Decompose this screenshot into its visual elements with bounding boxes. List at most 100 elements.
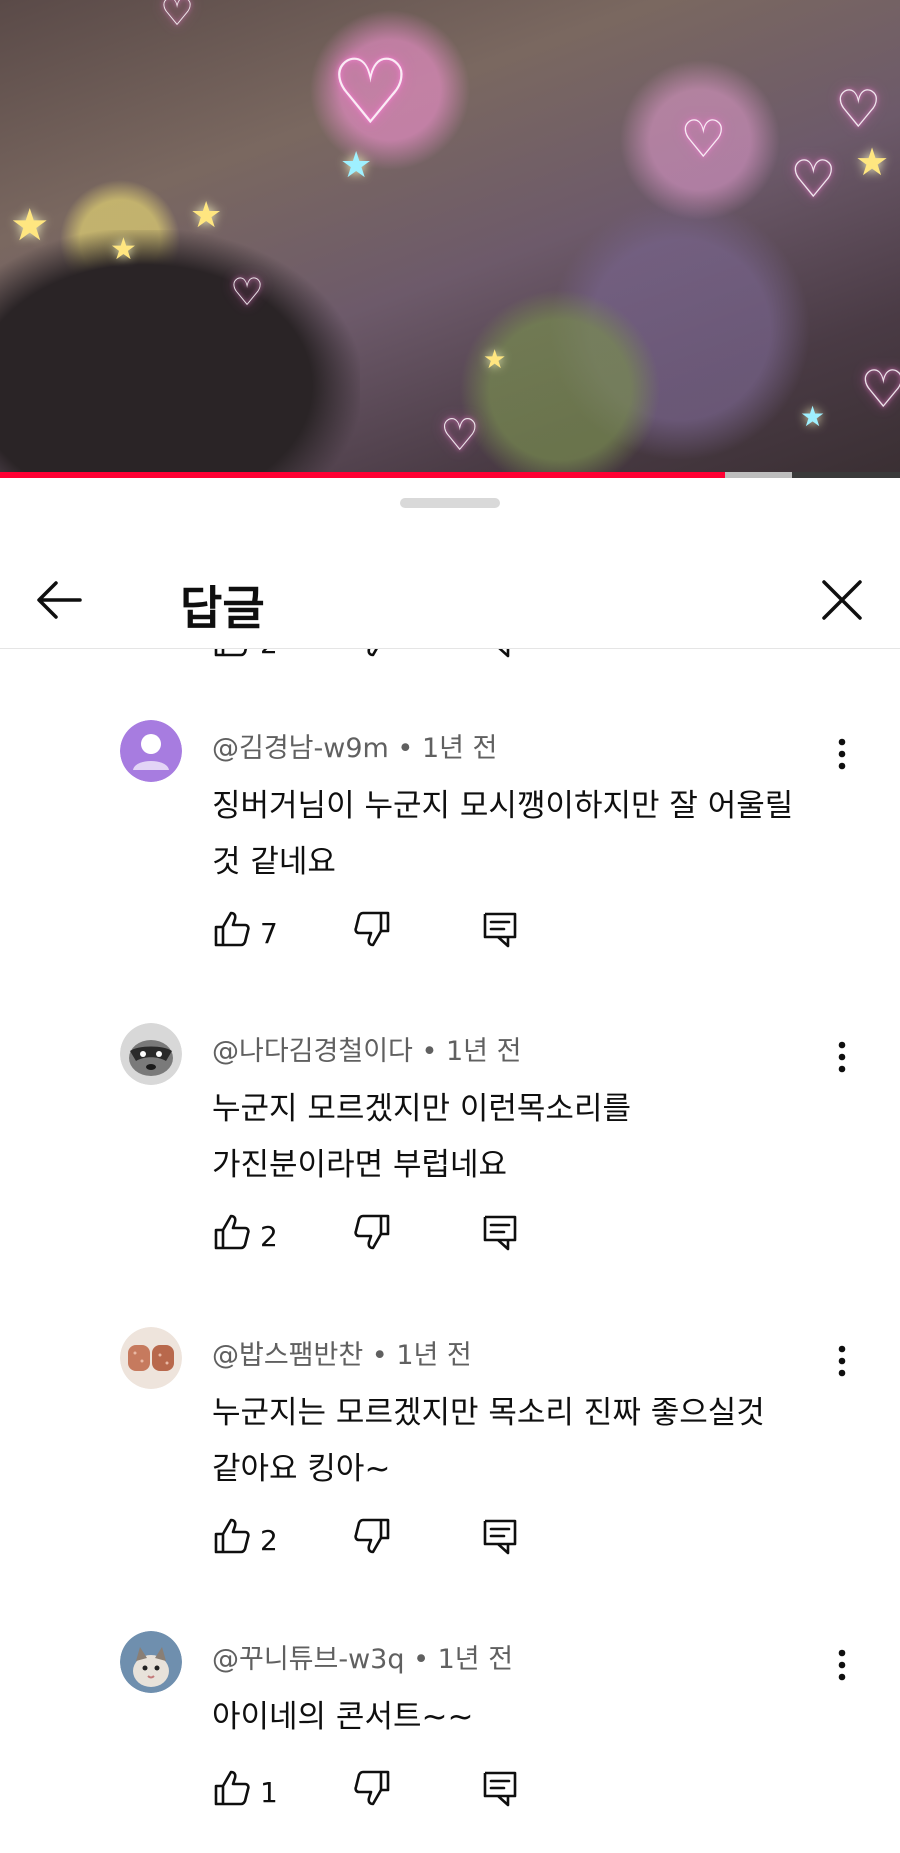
comment-meta: @꾸니튜브-w3q • 1년 전 [212, 1637, 513, 1676]
dislike-button[interactable] [352, 1212, 392, 1262]
more-options-button[interactable] [822, 1645, 862, 1685]
thumbs-down-icon [354, 1518, 390, 1554]
more-options-button[interactable] [822, 734, 862, 774]
comment-author[interactable]: @꾸니튜브-w3q [212, 1644, 405, 1675]
like-button[interactable]: 2 [212, 1212, 278, 1262]
dislike-button[interactable] [352, 1768, 392, 1818]
heart-sparkle-icon: ♡ [440, 410, 480, 461]
meta-separator: • [413, 1644, 438, 1675]
reply-icon [483, 1519, 517, 1555]
more-options-button[interactable] [822, 1037, 862, 1077]
meta-separator: • [421, 1036, 446, 1067]
page-title: 답글 [180, 581, 265, 635]
comment-text-line: 누군지 모르겠지만 이런목소리를 [212, 1091, 631, 1127]
comment-time: 1년 전 [421, 733, 498, 764]
close-button[interactable] [812, 570, 872, 630]
thumbs-up-icon [214, 1518, 250, 1554]
dislike-button[interactable] [352, 649, 392, 669]
heart-sparkle-icon: ♡ [680, 110, 727, 170]
like-count: 2 [260, 649, 278, 660]
replies-sheet: 답글 2 [0, 478, 900, 1853]
like-count: 7 [260, 917, 278, 950]
video-player[interactable]: ★ ★ ★ ★ ★ ★ ★ ♡ ♡ ♡ ♡ ♡ ♡ ♡ ♡ [0, 0, 900, 474]
like-count: 1 [260, 1776, 278, 1809]
thumbs-up-icon [214, 1770, 250, 1806]
thumbs-down-icon [354, 1770, 390, 1806]
thumbs-down-icon [354, 911, 390, 947]
star-sparkle-icon: ★ [800, 400, 826, 433]
avatar[interactable] [120, 1631, 182, 1693]
back-button[interactable] [30, 570, 90, 630]
more-options-button[interactable] [822, 1341, 862, 1381]
more-vertical-icon [838, 738, 846, 770]
star-sparkle-icon: ★ [340, 145, 373, 186]
video-scene-shadow [0, 230, 360, 474]
more-vertical-icon [838, 1649, 846, 1681]
comment-time: 1년 전 [396, 1340, 472, 1371]
thumbs-down-icon [367, 649, 378, 657]
comment-text-line: 아이네의 콘서트~~ [212, 1699, 474, 1735]
reply-button[interactable] [480, 649, 520, 669]
thumbs-down-icon [354, 1214, 390, 1250]
like-button[interactable]: 7 [212, 909, 278, 959]
comment-author[interactable]: @김경남-w9m [212, 733, 389, 764]
comment-text-line: 가진분이라면 부럽네요 [212, 1147, 508, 1183]
comment-meta: @나다김경철이다 • 1년 전 [212, 1029, 521, 1068]
heart-sparkle-icon: ♡ [790, 150, 837, 210]
more-vertical-icon [838, 1345, 846, 1377]
comment-text: 아이네의 콘서트~~ [212, 1689, 832, 1745]
comment-author[interactable]: @나다김경철이다 [212, 1036, 413, 1067]
like-button[interactable]: 1 [212, 1768, 278, 1818]
comment-text-line: 누군지는 모르겠지만 목소리 진짜 좋으실것 [212, 1395, 765, 1431]
heart-sparkle-icon: ♡ [160, 0, 195, 34]
reply-icon [483, 912, 517, 948]
arrow-left-icon [37, 581, 82, 619]
thumbs-up-icon [214, 649, 248, 657]
heart-sparkle-icon: ♡ [860, 360, 900, 420]
thumbs-up-icon [214, 1214, 250, 1250]
replies-list[interactable]: 2 [0, 649, 900, 1853]
star-sparkle-icon: ★ [110, 232, 137, 267]
heart-sparkle-icon: ♡ [230, 270, 265, 314]
comment-time: 1년 전 [446, 1036, 522, 1067]
more-vertical-icon [838, 1041, 846, 1073]
star-sparkle-icon: ★ [190, 195, 223, 236]
avatar[interactable] [120, 720, 182, 782]
dislike-button[interactable] [352, 909, 392, 959]
reply-button[interactable] [480, 1212, 520, 1262]
like-button[interactable]: 2 [212, 1516, 278, 1566]
thumbs-up-icon [214, 911, 250, 947]
comment-meta: @김경남-w9m • 1년 전 [212, 726, 497, 765]
meta-separator: • [397, 733, 422, 764]
like-count: 2 [260, 1524, 278, 1557]
star-sparkle-icon: ★ [10, 200, 50, 251]
avatar[interactable] [120, 1327, 182, 1389]
heart-sparkle-icon: ♡ [835, 80, 882, 140]
comment-time: 1년 전 [437, 1644, 514, 1675]
comment-author[interactable]: @밥스팸반찬 [212, 1340, 363, 1371]
reply-button[interactable] [480, 1768, 520, 1818]
comment-text-line: 것 같네요 [212, 844, 336, 880]
heart-sparkle-icon: ♡ [330, 40, 411, 145]
reply-icon [483, 1215, 517, 1251]
reply-icon [483, 1771, 517, 1807]
reply-button[interactable] [480, 909, 520, 959]
comment-text: 누군지는 모르겠지만 목소리 진짜 좋으실것 같아요 킹아~ [212, 1385, 832, 1497]
sheet-drag-handle[interactable] [400, 498, 500, 508]
comment-text-line: 징버거님이 누군지 모시깽이하지만 잘 어울릴 [212, 788, 794, 824]
comment-text-line: 같아요 킹아~ [212, 1451, 391, 1487]
comment-meta: @밥스팸반찬 • 1년 전 [212, 1333, 472, 1372]
star-sparkle-icon: ★ [855, 140, 890, 184]
comment-text: 징버거님이 누군지 모시깽이하지만 잘 어울릴 것 같네요 [212, 778, 832, 890]
reply-icon [498, 649, 510, 658]
like-count: 2 [260, 1220, 278, 1253]
star-sparkle-icon: ★ [483, 345, 507, 375]
dislike-button[interactable] [352, 1516, 392, 1566]
like-button[interactable]: 2 [212, 649, 278, 669]
reply-button[interactable] [480, 1516, 520, 1566]
avatar[interactable] [120, 1023, 182, 1085]
comment-text: 누군지 모르겠지만 이런목소리를 가진분이라면 부럽네요 [212, 1081, 832, 1193]
sheet-header: 답글 [0, 538, 900, 649]
meta-separator: • [371, 1340, 397, 1371]
close-icon [822, 580, 862, 620]
